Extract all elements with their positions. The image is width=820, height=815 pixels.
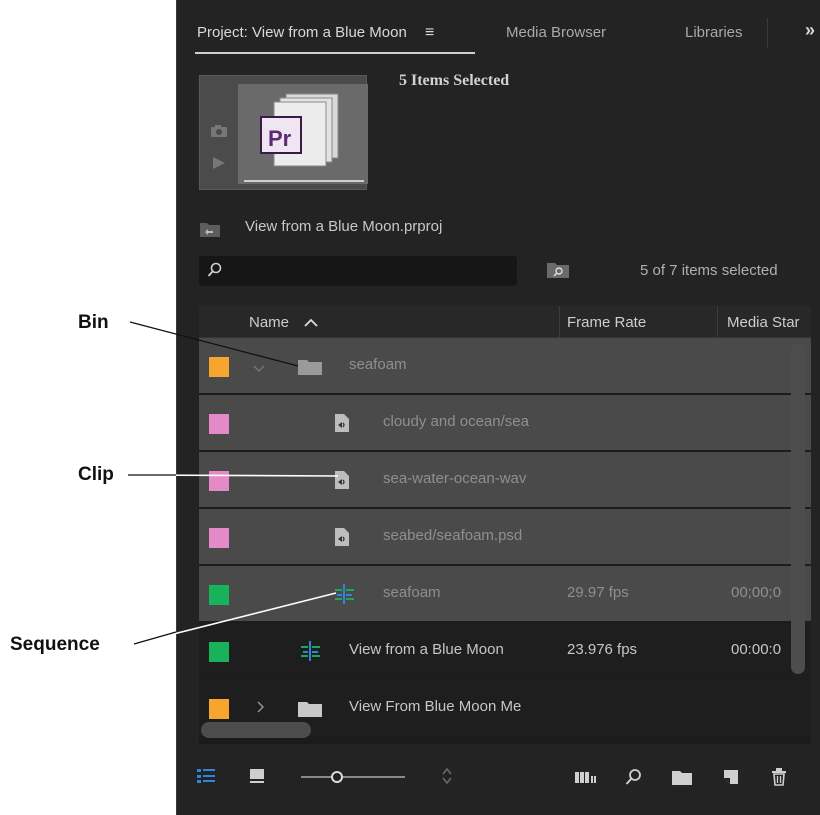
premiere-badge: Pr: [268, 126, 292, 151]
project-item-table: Name Frame Rate Media Star seafoam cloud…: [199, 306, 811, 744]
project-panel: Project: View from a Blue Moon ≡ Media B…: [176, 0, 820, 815]
table-row[interactable]: seafoam 29.97 fps 00;00;0: [199, 566, 811, 622]
column-header-frame-rate[interactable]: Frame Rate: [567, 314, 646, 331]
table-header: Name Frame Rate Media Star: [199, 306, 811, 338]
sequence-icon: [299, 641, 321, 666]
vertical-scrollbar[interactable]: [787, 342, 807, 740]
column-header-media-start[interactable]: Media Star: [727, 314, 800, 331]
automate-to-sequence-icon[interactable]: [575, 770, 597, 789]
chevron-down-icon[interactable]: [253, 360, 265, 378]
table-row[interactable]: seafoam: [199, 338, 811, 394]
item-name: cloudy and ocean/sea: [383, 413, 529, 430]
sort-ascending-icon: [303, 314, 319, 331]
preview-scrubber[interactable]: [244, 180, 364, 182]
chevron-right-icon[interactable]: [257, 700, 265, 718]
new-bin-icon[interactable]: [671, 770, 693, 791]
project-file-name: View from a Blue Moon.prproj: [245, 218, 443, 235]
tab-project[interactable]: Project: View from a Blue Moon ≡: [197, 24, 434, 42]
icon-view-icon[interactable]: [249, 768, 265, 789]
search-input[interactable]: [227, 260, 507, 282]
label-color-swatch[interactable]: [209, 642, 229, 662]
column-divider[interactable]: [717, 306, 718, 338]
list-view-icon[interactable]: [197, 768, 215, 789]
item-frame-rate: 29.97 fps: [567, 584, 629, 601]
active-tab-underline: [195, 52, 475, 54]
trash-icon[interactable]: [771, 768, 787, 791]
bin-folder-icon: [297, 358, 323, 381]
tab-project-label: Project: View from a Blue Moon: [197, 24, 407, 41]
preview-thumbnail: Pr: [199, 75, 368, 190]
label-color-swatch[interactable]: [209, 471, 229, 491]
selected-items-title: 5 Items Selected: [399, 72, 510, 89]
play-icon[interactable]: [212, 156, 226, 175]
item-name: seabed/seafoam.psd: [383, 527, 523, 544]
item-name: View from a Blue Moon: [349, 641, 504, 658]
project-folder-icon[interactable]: [199, 220, 221, 243]
item-media-start: 00;00;0: [731, 584, 782, 601]
item-name: seafoam: [383, 584, 441, 601]
preview-image: Pr: [238, 84, 368, 184]
audio-clip-icon: [333, 470, 351, 495]
item-name: sea-water-ocean-wav: [383, 470, 527, 487]
item-frame-rate: 23.976 fps: [567, 641, 638, 658]
label-color-swatch[interactable]: [209, 585, 229, 605]
table-row[interactable]: sea-water-ocean-wav: [199, 452, 811, 508]
callout-clip: Clip: [78, 464, 114, 485]
table-row[interactable]: seabed/seafoam.psd: [199, 509, 811, 565]
tab-overflow-button[interactable]: »: [805, 20, 815, 41]
selection-count: 5 of 7 items selected: [640, 262, 778, 279]
tab-separator: [767, 18, 768, 48]
item-media-start: 00:00:0: [731, 641, 782, 658]
tab-media-browser[interactable]: Media Browser: [506, 24, 606, 41]
zoom-slider[interactable]: [301, 769, 405, 790]
panel-tabs: Project: View from a Blue Moon ≡ Media B…: [177, 14, 820, 54]
panel-menu-icon[interactable]: ≡: [425, 24, 434, 41]
bin-folder-icon: [297, 700, 323, 723]
search-icon: [207, 262, 223, 283]
search-field[interactable]: [199, 256, 517, 286]
column-divider[interactable]: [559, 306, 560, 338]
callout-sequence: Sequence: [10, 634, 100, 655]
camera-icon[interactable]: [210, 124, 228, 143]
sequence-icon: [333, 584, 355, 609]
vertical-scrollbar-thumb[interactable]: [791, 344, 805, 674]
callout-bin: Bin: [78, 312, 109, 333]
table-row[interactable]: cloudy and ocean/sea: [199, 395, 811, 451]
new-item-icon[interactable]: [723, 769, 739, 790]
label-color-swatch[interactable]: [209, 528, 229, 548]
horizontal-scrollbar-thumb[interactable]: [201, 722, 311, 738]
still-image-clip-icon: [333, 527, 351, 552]
table-row[interactable]: View from a Blue Moon 23.976 fps 00:00:0: [199, 623, 811, 679]
sort-icons-icon[interactable]: [441, 766, 453, 791]
label-color-swatch[interactable]: [209, 699, 229, 719]
find-icon[interactable]: [625, 768, 643, 791]
audio-clip-icon: [333, 413, 351, 438]
item-name: seafoam: [349, 356, 407, 373]
find-in-bin-icon[interactable]: [546, 261, 570, 284]
column-header-name[interactable]: Name: [249, 314, 319, 331]
tab-libraries[interactable]: Libraries: [685, 24, 743, 41]
bottom-toolbar: [177, 760, 820, 800]
premiere-project-icon: [260, 93, 339, 167]
label-color-swatch[interactable]: [209, 414, 229, 434]
label-color-swatch[interactable]: [209, 357, 229, 377]
item-name: View From Blue Moon Me: [349, 698, 522, 715]
